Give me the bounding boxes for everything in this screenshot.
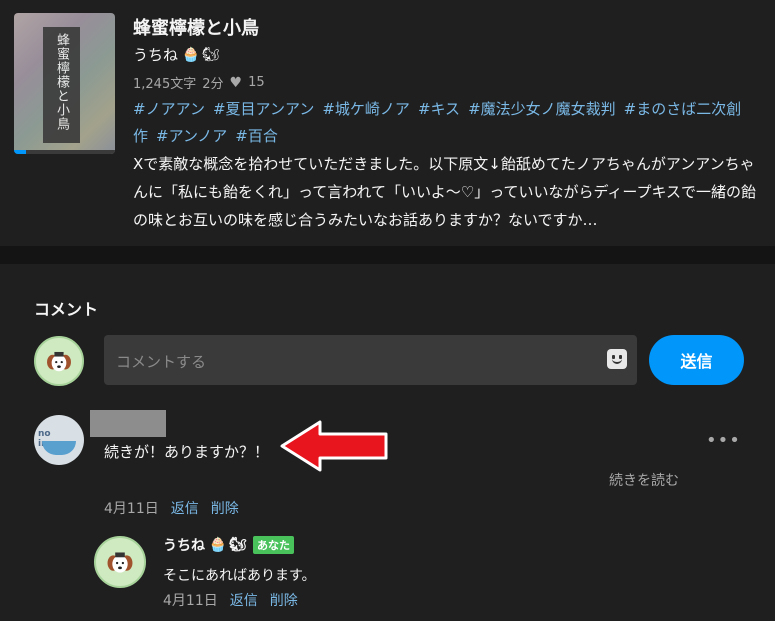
squirrel-emoji: 🐿 [229, 537, 247, 553]
tag[interactable]: #城ケ崎ノア [322, 100, 410, 118]
commenter-avatar[interactable]: no image [34, 415, 84, 465]
comment-date: 4月11日 [104, 501, 159, 517]
you-badge: あなた [253, 536, 294, 554]
redacted-username [90, 410, 166, 437]
work-caption: Xで素敵な概念を拾わせていただきました。以下原文↓飴舐めてたノアちゃんがアンアン… [133, 155, 757, 229]
tag[interactable]: #夏目アンアン [213, 100, 314, 118]
dog-avatar-icon [107, 552, 133, 574]
like-count: 15 [248, 75, 265, 90]
reply-text: そこにあればあります。 [163, 568, 316, 584]
tag[interactable]: #ノアアン [133, 100, 205, 118]
cupcake-emoji: 🧁 [209, 537, 227, 553]
reply-meta: 4月11日 返信 削除 [163, 590, 298, 610]
reply-link[interactable]: 返信 [171, 498, 199, 518]
author[interactable]: うちね 🧁 🐿 [133, 44, 220, 65]
reply-link[interactable]: 返信 [230, 590, 258, 610]
read-time: 2分 [202, 77, 224, 92]
tag[interactable]: #百合 [235, 127, 278, 145]
comment-input[interactable]: コメントする [104, 335, 637, 385]
comment-text: 続きが！ありますか？！ [104, 443, 270, 461]
reply-avatar[interactable] [94, 536, 146, 588]
work-meta: 1,245文字 2分 ♥ 15 [133, 73, 265, 93]
tag[interactable]: #アンノア [156, 127, 227, 145]
work-card: 蜂蜜檸檬と小鳥 蜂蜜檸檬と小鳥 うちね 🧁 🐿 1,245文字 2分 ♥ 15 … [0, 0, 775, 246]
work-title[interactable]: 蜂蜜檸檬と小鳥 [133, 14, 259, 40]
emoji-icon[interactable] [607, 349, 627, 369]
work-cover[interactable]: 蜂蜜檸檬と小鳥 [14, 13, 115, 154]
my-avatar[interactable] [34, 336, 84, 386]
cupcake-emoji: 🧁 [182, 46, 200, 63]
heart-icon: ♥ [229, 74, 243, 91]
author-name[interactable]: うちね [133, 44, 178, 65]
delete-link[interactable]: 削除 [211, 498, 239, 518]
cover-title-strip: 蜂蜜檸檬と小鳥 [43, 27, 80, 143]
reply-date: 4月11日 [163, 593, 218, 609]
squirrel-emoji: 🐿 [202, 46, 220, 63]
annotation-arrow [280, 420, 388, 472]
read-progress-fill [14, 150, 27, 154]
char-count: 1,245文字 [133, 77, 197, 92]
comments-heading: コメント [34, 300, 99, 319]
comment-meta: 4月11日 返信 削除 [104, 498, 239, 518]
tag[interactable]: #キス [418, 100, 460, 118]
tag[interactable]: #魔法少女ノ魔女裁判 [468, 100, 616, 118]
more-options-icon[interactable]: ••• [706, 430, 741, 451]
send-button[interactable]: 送信 [649, 335, 744, 385]
delete-link[interactable]: 削除 [270, 590, 298, 610]
tag-list: #ノアアン #夏目アンアン #城ケ崎ノア #キス #魔法少女ノ魔女裁判 #まのさば二次創作… [133, 96, 753, 150]
dog-avatar-icon [47, 352, 71, 372]
reply-author-name[interactable]: うちね [163, 535, 205, 555]
comment-input-placeholder: コメントする [116, 353, 207, 371]
read-progress-bar [14, 150, 115, 154]
section-divider [0, 246, 775, 264]
reply-author[interactable]: うちね 🧁 🐿 あなた [163, 535, 294, 555]
read-more-link[interactable]: 続きを読む [609, 470, 679, 490]
no-image-graphic [42, 441, 76, 455]
cover-title: 蜂蜜檸檬と小鳥 [54, 33, 69, 131]
